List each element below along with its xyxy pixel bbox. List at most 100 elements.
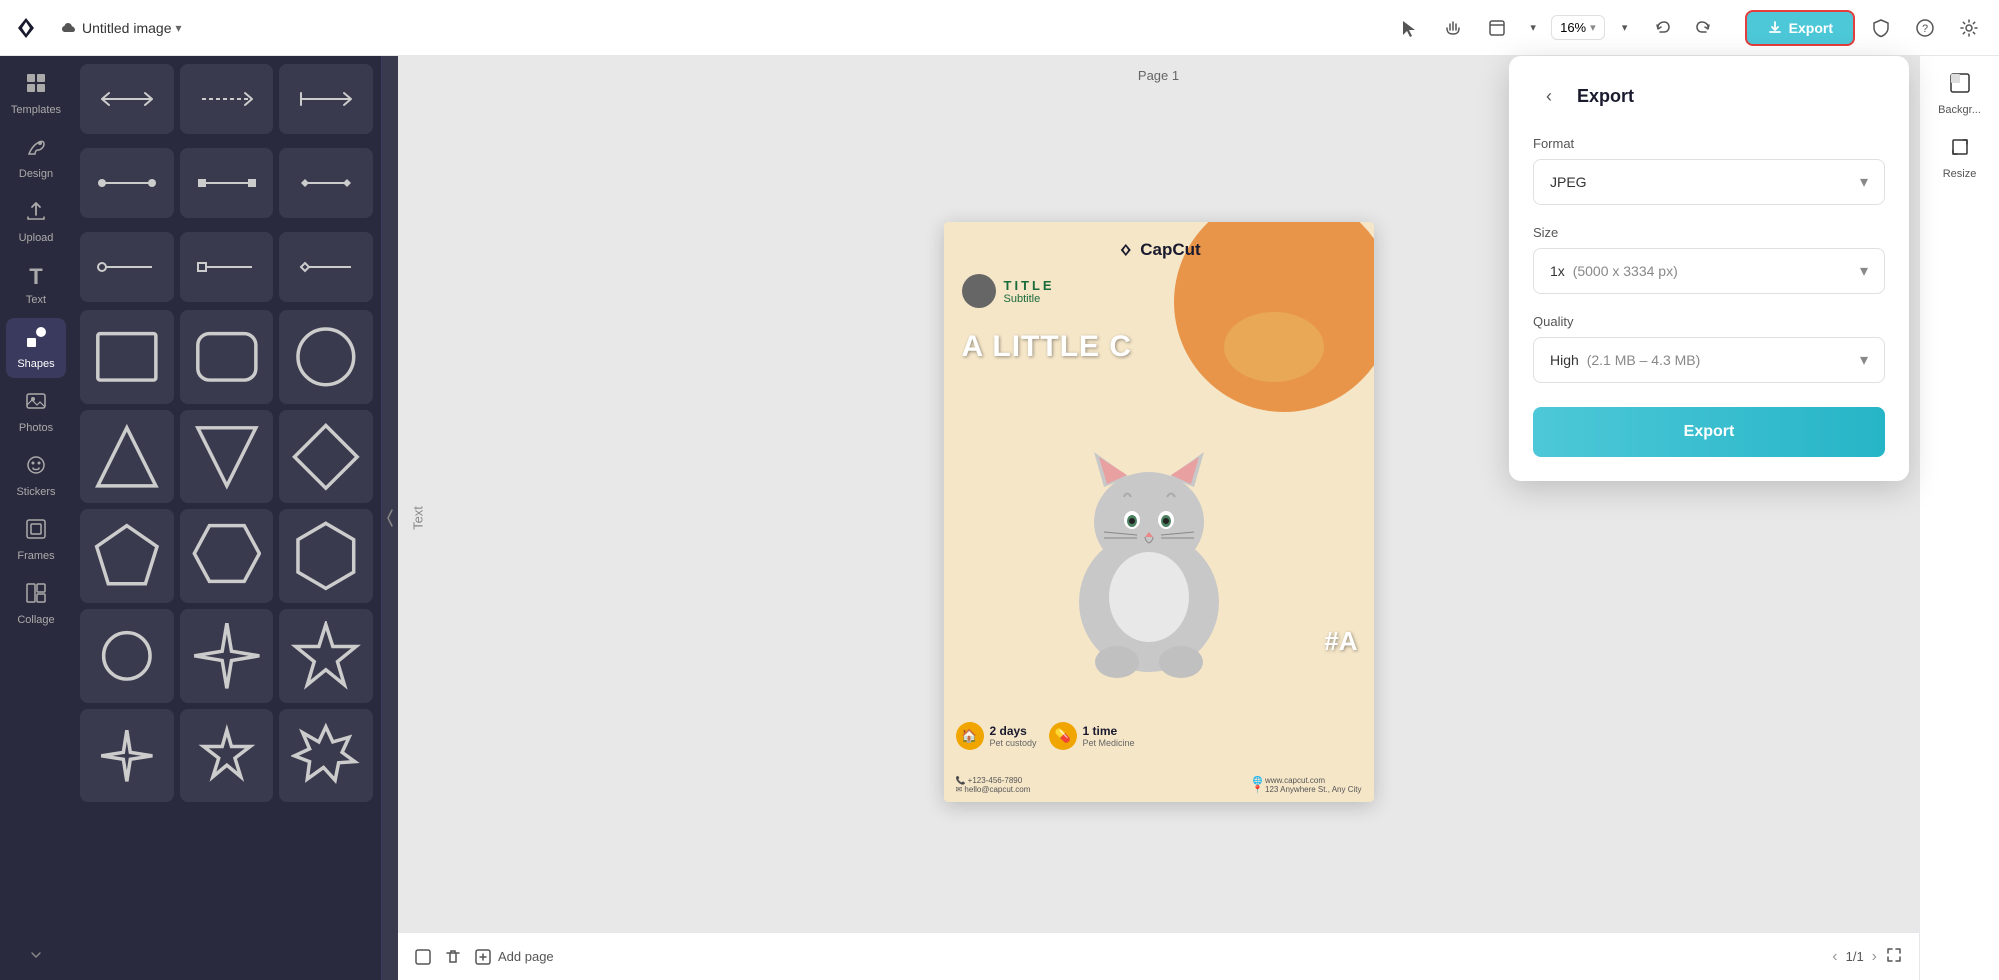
arrows-row-1 bbox=[72, 56, 381, 134]
svg-text:?: ? bbox=[1922, 23, 1928, 35]
delete-page-btn[interactable] bbox=[414, 948, 432, 966]
toolbar-center: ▾ 16% ▾ ▾ bbox=[1391, 10, 1721, 46]
sidebar-item-text[interactable]: T Text bbox=[6, 256, 66, 314]
shape-diamond[interactable] bbox=[279, 410, 373, 504]
design-label: Design bbox=[19, 168, 53, 180]
help-icon-btn[interactable]: ? bbox=[1907, 10, 1943, 46]
size-select[interactable]: 1x (5000 x 3334 px) ▾ bbox=[1533, 248, 1885, 294]
canvas-footer: 📞 +123-456-7890 ✉ hello@capcut.com 🌐 www… bbox=[956, 776, 1362, 794]
stat-1-icon: 🏠 bbox=[956, 722, 984, 750]
right-item-background[interactable]: Backgr... bbox=[1926, 64, 1994, 124]
trash-btn[interactable] bbox=[444, 948, 462, 966]
shape-rect-empty[interactable] bbox=[80, 310, 174, 404]
quality-chevron: ▾ bbox=[1860, 350, 1868, 370]
shape-line-circles[interactable] bbox=[80, 148, 174, 218]
undo-btn[interactable] bbox=[1645, 10, 1681, 46]
shape-line-squares[interactable] bbox=[180, 148, 274, 218]
shape-arrow-dashed[interactable] bbox=[180, 64, 274, 134]
shape-line-square-h[interactable] bbox=[180, 232, 274, 302]
shape-hexagon-v[interactable] bbox=[279, 509, 373, 603]
export-button[interactable]: Export bbox=[1745, 10, 1855, 46]
shape-pentagon[interactable] bbox=[80, 509, 174, 603]
text-label-sidebar: Text bbox=[410, 506, 425, 530]
text-label: Text bbox=[26, 294, 46, 306]
collage-label: Collage bbox=[17, 614, 54, 626]
sidebar-item-frames[interactable]: Frames bbox=[6, 510, 66, 570]
shape-circle-small[interactable] bbox=[80, 609, 174, 703]
sidebar-item-stickers[interactable]: Stickers bbox=[6, 446, 66, 506]
shape-arrow-double[interactable] bbox=[80, 64, 174, 134]
stat-2-icon: 💊 bbox=[1049, 722, 1077, 750]
undo-redo-group bbox=[1645, 10, 1721, 46]
add-page-btn[interactable]: Add page bbox=[474, 948, 554, 966]
document-title[interactable]: Untitled image ▾ bbox=[60, 19, 182, 37]
shape-triangle-down[interactable] bbox=[180, 410, 274, 504]
export-back-btn[interactable]: ‹ bbox=[1533, 80, 1565, 112]
shape-star-5-outline[interactable] bbox=[180, 709, 274, 803]
format-select[interactable]: JPEG ▾ bbox=[1533, 159, 1885, 205]
shapes-icon bbox=[25, 326, 47, 354]
quality-value-display: High (2.1 MB – 4.3 MB) bbox=[1550, 352, 1700, 368]
frames-label: Frames bbox=[17, 550, 54, 562]
quality-select[interactable]: High (2.1 MB – 4.3 MB) ▾ bbox=[1533, 337, 1885, 383]
next-page-btn[interactable]: › bbox=[1872, 948, 1877, 966]
canvas-logo: CapCut bbox=[1116, 240, 1200, 260]
design-icon bbox=[25, 136, 47, 164]
view-chevron-btn[interactable]: ▾ bbox=[1523, 10, 1543, 46]
cat-image bbox=[1049, 402, 1269, 702]
shape-star-5pt[interactable] bbox=[279, 609, 373, 703]
canvas-headline: A LITTLE C bbox=[962, 330, 1133, 364]
shape-circle[interactable] bbox=[279, 310, 373, 404]
prev-page-btn[interactable]: ‹ bbox=[1832, 948, 1837, 966]
shape-star-4-outline[interactable] bbox=[80, 709, 174, 803]
zoom-control[interactable]: 16% ▾ bbox=[1551, 15, 1605, 40]
stickers-icon bbox=[25, 454, 47, 482]
resize-label: Resize bbox=[1943, 168, 1977, 180]
topbar: Untitled image ▾ ▾ 16% ▾ ▾ bbox=[0, 0, 1999, 56]
zoom-dropdown-btn[interactable]: ▾ bbox=[1613, 10, 1637, 46]
topbar-right: Export ? bbox=[1745, 10, 1987, 46]
sidebar-item-upload[interactable]: Upload bbox=[6, 192, 66, 252]
stat-1: 🏠 2 days Pet custody bbox=[956, 722, 1037, 750]
shapes-label: Shapes bbox=[17, 358, 54, 370]
sidebar-item-photos[interactable]: Photos bbox=[6, 382, 66, 442]
canvas-title: TITLE bbox=[1004, 278, 1055, 293]
fullscreen-btn[interactable] bbox=[1885, 946, 1903, 967]
settings-icon-btn[interactable] bbox=[1951, 10, 1987, 46]
canvas-avatar bbox=[962, 274, 996, 308]
templates-icon bbox=[25, 72, 47, 100]
upload-icon bbox=[25, 200, 47, 228]
resize-icon bbox=[1949, 136, 1971, 164]
quality-label: Quality bbox=[1533, 314, 1885, 329]
shape-hexagon-h[interactable] bbox=[180, 509, 274, 603]
shape-line-diamonds[interactable] bbox=[279, 148, 373, 218]
hand-tool-btn[interactable] bbox=[1435, 10, 1471, 46]
stat-2: 💊 1 time Pet Medicine bbox=[1049, 722, 1135, 750]
shape-line-circle-h[interactable] bbox=[80, 232, 174, 302]
view-tool-btn[interactable] bbox=[1479, 10, 1515, 46]
export-panel-header: ‹ Export bbox=[1533, 80, 1885, 112]
right-item-resize[interactable]: Resize bbox=[1926, 128, 1994, 188]
app-logo bbox=[12, 14, 40, 42]
shape-triangle-up[interactable] bbox=[80, 410, 174, 504]
export-action-btn[interactable]: Export bbox=[1533, 407, 1885, 457]
sidebar-item-shapes[interactable]: Shapes bbox=[6, 318, 66, 378]
shape-star-4pt[interactable] bbox=[180, 609, 274, 703]
shape-arrow-end-mark[interactable] bbox=[279, 64, 373, 134]
sidebar-collapse-btn[interactable] bbox=[26, 939, 46, 972]
redo-btn[interactable] bbox=[1685, 10, 1721, 46]
sidebar-item-collage[interactable]: Collage bbox=[6, 574, 66, 634]
arrows-row-2 bbox=[72, 140, 381, 218]
templates-label: Templates bbox=[11, 104, 61, 116]
shape-rect-rounded[interactable] bbox=[180, 310, 274, 404]
export-icon bbox=[1767, 20, 1783, 36]
text-icon: T bbox=[29, 264, 42, 290]
shape-line-diamond-h[interactable] bbox=[279, 232, 373, 302]
shield-icon-btn[interactable] bbox=[1863, 10, 1899, 46]
sidebar-item-templates[interactable]: Templates bbox=[6, 64, 66, 124]
select-tool-btn[interactable] bbox=[1391, 10, 1427, 46]
sidebar-item-design[interactable]: Design bbox=[6, 128, 66, 188]
shape-star-6-outline[interactable] bbox=[279, 709, 373, 803]
shapes-panel bbox=[72, 56, 382, 980]
panel-collapse-btn[interactable] bbox=[382, 56, 398, 980]
